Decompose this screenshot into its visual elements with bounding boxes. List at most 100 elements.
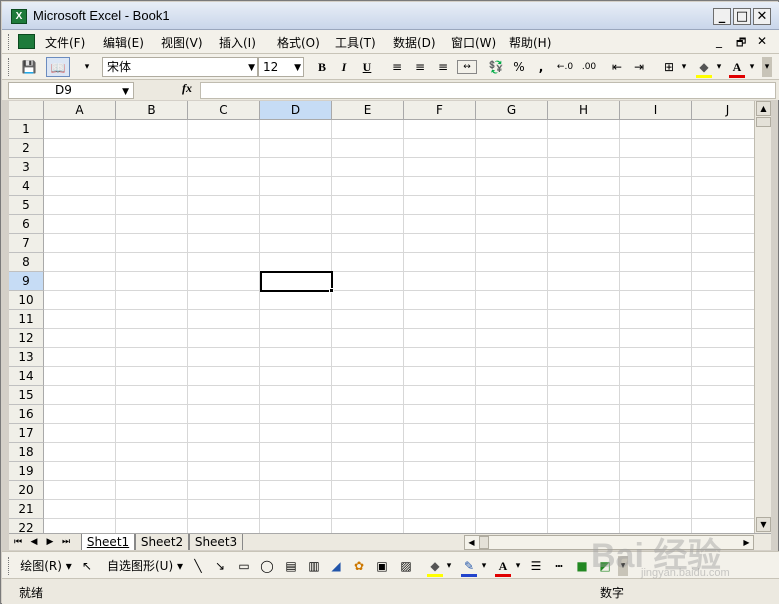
font-size-dropdown-icon[interactable]: ▼ [294, 59, 301, 77]
excel-app-icon[interactable]: X [11, 9, 27, 24]
research-icon[interactable]: 📖 [46, 57, 70, 77]
title-bar[interactable]: X Microsoft Excel - Book1 _ □ ✕ [2, 2, 779, 30]
row-header-6[interactable]: 6 [9, 215, 44, 234]
row-header-13[interactable]: 13 [9, 348, 44, 367]
arrow-tool-icon[interactable]: ↘ [212, 556, 228, 576]
menu-item-5[interactable]: 格式(O) [277, 34, 320, 51]
diagram-tool-icon[interactable]: ✿ [351, 556, 367, 576]
menu-item-6[interactable]: 工具(T) [335, 34, 376, 51]
maximize-button[interactable]: □ [733, 8, 751, 25]
row-header-7[interactable]: 7 [9, 234, 44, 253]
picture-tool-icon[interactable]: ▨ [398, 556, 414, 576]
line-color-icon[interactable]: ✎ [460, 556, 478, 576]
row-header-4[interactable]: 4 [9, 177, 44, 196]
scroll-left-arrow-icon[interactable]: ◀ [465, 536, 478, 549]
row-header-17[interactable]: 17 [9, 424, 44, 443]
row-header-14[interactable]: 14 [9, 367, 44, 386]
autoshapes-menu-button[interactable]: 自选图形(U) ▾ [106, 556, 184, 576]
borders-icon[interactable]: ⊞ [660, 57, 678, 77]
merge-center-icon[interactable]: ↔ [457, 60, 477, 74]
last-sheet-arrow-icon[interactable]: ⏭ [59, 535, 73, 549]
name-box-dropdown-icon[interactable]: ▼ [122, 85, 129, 100]
borders-dropdown-icon[interactable]: ▾ [679, 57, 689, 77]
shape-fill-dropdown-icon[interactable]: ▾ [444, 556, 454, 576]
active-cell[interactable] [260, 271, 333, 292]
menu-item-3[interactable]: 视图(V) [161, 34, 203, 51]
workbook-icon[interactable] [18, 34, 35, 49]
textbox-tool-icon[interactable]: ▤ [283, 556, 299, 576]
font-color-dropdown-icon[interactable]: ▾ [747, 57, 757, 77]
doc-close-button[interactable]: ✕ [757, 34, 767, 48]
first-sheet-arrow-icon[interactable]: ⏮ [11, 535, 25, 549]
column-header-d[interactable]: D [260, 101, 332, 120]
align-left-icon[interactable]: ≡ [388, 57, 406, 77]
fill-handle[interactable] [329, 288, 334, 293]
line-style-icon[interactable]: ☰ [527, 556, 545, 576]
menu-item-2[interactable]: 编辑(E) [103, 34, 144, 51]
row-header-19[interactable]: 19 [9, 462, 44, 481]
sheet-tab-sheet1[interactable]: Sheet1 [81, 534, 135, 550]
font-name-dropdown-icon[interactable]: ▼ [248, 59, 255, 77]
decrease-decimal-icon[interactable]: .00 [578, 57, 600, 77]
row-header-12[interactable]: 12 [9, 329, 44, 348]
formula-input[interactable] [200, 82, 776, 99]
rectangle-tool-icon[interactable]: ▭ [235, 556, 253, 576]
row-header-9[interactable]: 9 [9, 272, 44, 291]
column-header-h[interactable]: H [548, 101, 620, 120]
doc-minimize-button[interactable]: _ [716, 34, 722, 48]
row-header-16[interactable]: 16 [9, 405, 44, 424]
increase-indent-icon[interactable]: ⇥ [630, 57, 648, 77]
menu-item-7[interactable]: 数据(D) [393, 34, 436, 51]
font-name-select[interactable]: 宋体 ▼ [102, 57, 258, 77]
row-header-10[interactable]: 10 [9, 291, 44, 310]
toolbar-overflow-chevron-icon[interactable]: ▾ [762, 57, 772, 77]
row-header-1[interactable]: 1 [9, 120, 44, 139]
line-tool-icon[interactable]: ╲ [190, 556, 206, 576]
row-header-22[interactable]: 22 [9, 519, 44, 533]
wordart-tool-icon[interactable]: ◢ [328, 556, 344, 576]
vertical-scroll-thumb[interactable] [756, 117, 771, 127]
toolbar-options-chevron-icon[interactable]: ▾ [80, 57, 94, 77]
scroll-right-arrow-icon[interactable]: ▶ [740, 536, 753, 549]
sheet-tab-sheet3[interactable]: Sheet3 [189, 534, 243, 550]
percent-button[interactable]: % [510, 57, 528, 77]
row-header-21[interactable]: 21 [9, 500, 44, 519]
minimize-button[interactable]: _ [713, 8, 731, 25]
line-color-dropdown-icon[interactable]: ▾ [479, 556, 489, 576]
menu-item-9[interactable]: 帮助(H) [509, 34, 551, 51]
column-header-c[interactable]: C [188, 101, 260, 120]
draw-font-color-icon[interactable]: A [494, 556, 512, 576]
font-color-button[interactable]: A [728, 57, 746, 77]
row-header-11[interactable]: 11 [9, 310, 44, 329]
fill-color-dropdown-icon[interactable]: ▾ [714, 57, 724, 77]
save-icon[interactable]: 💾 [18, 57, 40, 77]
shadow-style-icon[interactable]: ■ [574, 556, 590, 576]
menu-item-1[interactable]: 文件(F) [45, 34, 85, 51]
menubar-grip[interactable] [8, 34, 11, 50]
row-header-20[interactable]: 20 [9, 481, 44, 500]
scroll-up-arrow-icon[interactable]: ▲ [756, 101, 771, 116]
row-header-3[interactable]: 3 [9, 158, 44, 177]
draw-font-color-dropdown-icon[interactable]: ▾ [513, 556, 523, 576]
column-header-i[interactable]: I [620, 101, 692, 120]
horizontal-scroll-thumb[interactable] [479, 536, 489, 549]
column-header-e[interactable]: E [332, 101, 404, 120]
prev-sheet-arrow-icon[interactable]: ◀ [27, 535, 41, 549]
comma-button[interactable]: , [534, 57, 548, 77]
row-header-8[interactable]: 8 [9, 253, 44, 272]
increase-decimal-icon[interactable]: ←.0 [554, 57, 576, 77]
doc-restore-button[interactable]: 🗗 [736, 34, 746, 53]
underline-button[interactable]: U [358, 57, 376, 77]
row-header-2[interactable]: 2 [9, 139, 44, 158]
decrease-indent-icon[interactable]: ⇤ [608, 57, 626, 77]
fill-color-icon[interactable]: ◆ [695, 57, 713, 77]
draw-menu-button[interactable]: 绘图(R) ▾ [18, 556, 74, 576]
bold-button[interactable]: B [313, 57, 331, 77]
name-box[interactable]: D9 ▼ [8, 82, 134, 99]
font-size-select[interactable]: 12 ▼ [258, 57, 304, 77]
dash-style-icon[interactable]: ┅ [550, 556, 568, 576]
select-objects-arrow-icon[interactable]: ↖ [80, 556, 94, 576]
column-header-f[interactable]: F [404, 101, 476, 120]
worksheet-grid[interactable]: ABCDEFGHIJ 1 2 3 4 5 6 7 8 9 10 11 12 13 14 15 16 17 18 19… [9, 101, 754, 533]
close-button[interactable]: ✕ [753, 8, 771, 25]
